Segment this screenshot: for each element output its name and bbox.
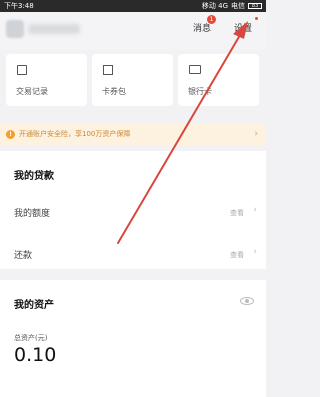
chevron-right-icon: › (253, 247, 257, 257)
loan-title: 我的贷款 (14, 171, 54, 182)
eye-icon[interactable] (240, 297, 254, 305)
status-time: 下午3:48 (4, 2, 34, 10)
settings-dot-badge (255, 17, 258, 20)
chevron-right-icon: › (253, 205, 257, 215)
total-assets-value: 0.10 (14, 344, 57, 366)
quick-action-label: 交易记录 (16, 87, 48, 96)
warning-icon: ! (6, 129, 15, 139)
profile-header: 消息 1 设置 (0, 12, 266, 50)
battery-level: 83 (251, 3, 259, 9)
avatar[interactable] (6, 20, 24, 38)
quick-action-bank-cards[interactable]: 银行卡 (178, 54, 259, 106)
row-label[interactable]: 还款 (14, 248, 32, 261)
settings-button[interactable]: 设置 (234, 21, 252, 34)
messages-badge: 1 (207, 15, 216, 24)
carrier-indicator: 电信 (231, 2, 245, 10)
view-button[interactable]: 查看 (230, 250, 244, 260)
loan-section: 我的贷款 我的额度 查看 › 还款 查看 › (0, 151, 266, 269)
document-icon (17, 65, 27, 75)
quick-action-coupons[interactable]: 卡券包 (92, 54, 173, 106)
row-label[interactable]: 我的额度 (14, 206, 50, 219)
battery-icon: 83 (248, 3, 262, 9)
view-button[interactable]: 查看 (230, 208, 244, 218)
total-assets-label: 总资产(元) (14, 334, 48, 342)
ticket-icon (103, 65, 113, 75)
network-indicator: 移动 4G (201, 2, 228, 10)
quick-action-label: 卡券包 (102, 87, 126, 96)
chevron-right-icon: › (254, 129, 258, 139)
security-notice-banner[interactable]: ! 开通账户安全险，享100万资产保障 › (0, 123, 266, 145)
user-name-blurred (28, 24, 80, 34)
assets-title: 我的资产 (14, 300, 54, 311)
quick-action-transactions[interactable]: 交易记录 (6, 54, 87, 106)
notice-text: 开通账户安全险，享100万资产保障 (19, 130, 131, 138)
assets-section: 我的资产 总资产(元) 0.10 (0, 280, 266, 397)
quick-action-label: 银行卡 (188, 87, 212, 96)
bank-card-icon (189, 65, 201, 74)
status-bar: 下午3:48 移动 4G 电信 83 (0, 0, 266, 12)
